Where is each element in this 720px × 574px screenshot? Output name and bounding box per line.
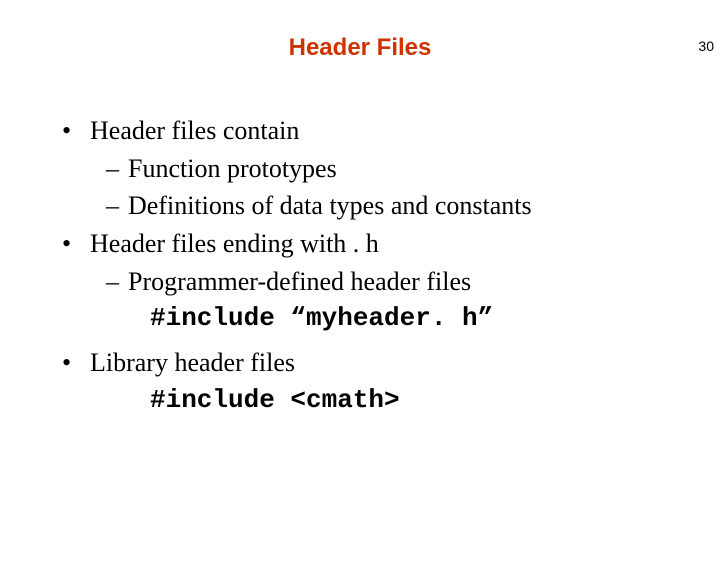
- code-include-myheader: #include “myheader. h”: [150, 300, 720, 338]
- bullet-1-text: Header files contain: [90, 112, 299, 150]
- dash-icon: –: [106, 187, 128, 225]
- bullet-marker-icon: •: [62, 112, 90, 150]
- bullet-marker-icon: •: [62, 225, 90, 263]
- slide-content: • Header files contain – Function protot…: [62, 112, 720, 420]
- page-number: 30: [698, 38, 714, 54]
- bullet-3: • Library header files: [62, 344, 720, 382]
- bullet-2-sub-1-text: Programmer-defined header files: [128, 263, 471, 301]
- bullet-1-sub-1: – Function prototypes: [106, 150, 720, 188]
- bullet-2: • Header files ending with . h: [62, 225, 720, 263]
- dash-icon: –: [106, 263, 128, 301]
- bullet-1-sub-2-text: Definitions of data types and constants: [128, 187, 532, 225]
- bullet-2-text: Header files ending with . h: [90, 225, 379, 263]
- bullet-2-sub-1: – Programmer-defined header files: [106, 263, 720, 301]
- code-include-cmath: #include <cmath>: [150, 382, 720, 420]
- bullet-1: • Header files contain: [62, 112, 720, 150]
- slide-title: Header Files: [0, 34, 720, 62]
- bullet-marker-icon: •: [62, 344, 90, 382]
- bullet-1-sub-1-text: Function prototypes: [128, 150, 337, 188]
- bullet-3-text: Library header files: [90, 344, 295, 382]
- bullet-1-sub-2: – Definitions of data types and constant…: [106, 187, 720, 225]
- dash-icon: –: [106, 150, 128, 188]
